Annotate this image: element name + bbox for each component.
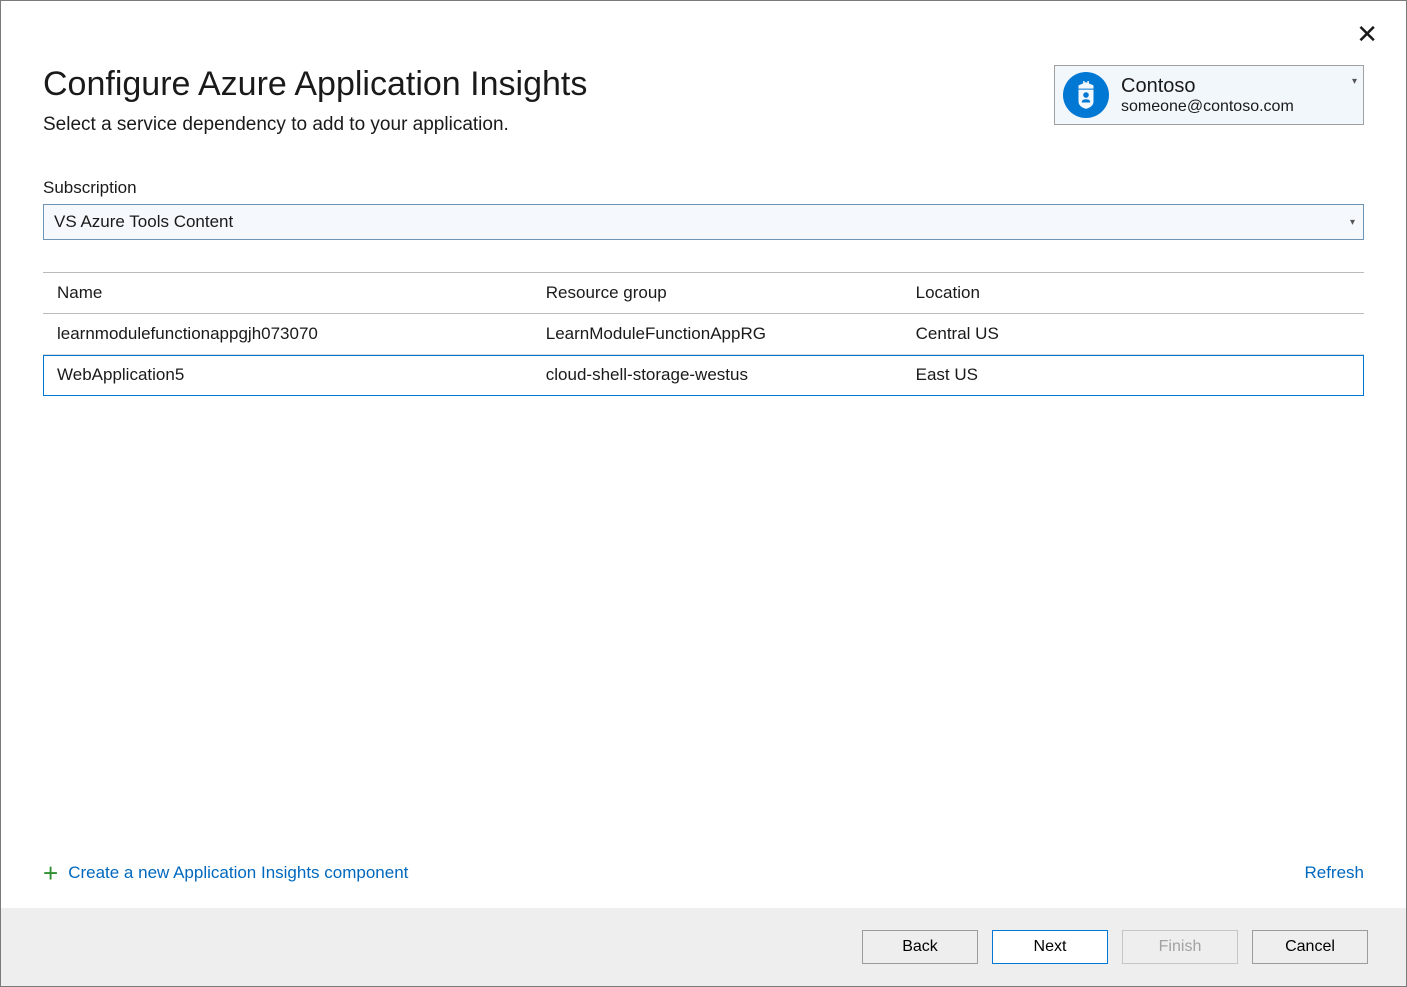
cell-resource-group: LearnModuleFunctionAppRG — [532, 314, 902, 355]
chevron-down-icon: ▾ — [1350, 217, 1355, 228]
account-org: Contoso — [1121, 75, 1294, 98]
cell-name: WebApplication5 — [43, 355, 532, 396]
col-header-location[interactable]: Location — [902, 273, 1364, 314]
next-button[interactable]: Next — [992, 930, 1108, 964]
dialog-content: Configure Azure Application Insights Sel… — [1, 1, 1406, 908]
account-text: Contoso someone@contoso.com — [1121, 75, 1294, 116]
table-row[interactable]: learnmodulefunctionappgjh073070 LearnMod… — [43, 314, 1364, 355]
dialog-window: ✕ Configure Azure Application Insights S… — [0, 0, 1407, 987]
plus-icon: + — [43, 860, 58, 886]
page-title: Configure Azure Application Insights — [43, 65, 587, 104]
account-email: someone@contoso.com — [1121, 98, 1294, 116]
table-row[interactable]: WebApplication5 cloud-shell-storage-west… — [43, 355, 1364, 396]
instances-table-wrap: Name Resource group Location learnmodule… — [43, 272, 1364, 860]
subscription-select[interactable]: VS Azure Tools Content ▾ — [43, 204, 1364, 240]
account-picker[interactable]: Contoso someone@contoso.com ▾ — [1054, 65, 1364, 125]
page-subtitle: Select a service dependency to add to yo… — [43, 114, 587, 136]
finish-button: Finish — [1122, 930, 1238, 964]
account-avatar-icon — [1063, 72, 1109, 118]
cell-resource-group: cloud-shell-storage-westus — [532, 355, 902, 396]
dialog-footer: Back Next Finish Cancel — [1, 908, 1406, 986]
close-icon[interactable]: ✕ — [1356, 21, 1378, 47]
create-new-link[interactable]: + Create a new Application Insights comp… — [43, 860, 408, 886]
cancel-button[interactable]: Cancel — [1252, 930, 1368, 964]
cell-location: Central US — [902, 314, 1364, 355]
header-text: Configure Azure Application Insights Sel… — [43, 65, 587, 136]
instances-table: Name Resource group Location learnmodule… — [43, 272, 1364, 396]
col-header-resource-group[interactable]: Resource group — [532, 273, 902, 314]
cell-name: learnmodulefunctionappgjh073070 — [43, 314, 532, 355]
create-new-label: Create a new Application Insights compon… — [68, 863, 408, 883]
bottom-links: + Create a new Application Insights comp… — [43, 860, 1364, 908]
subscription-selected-value: VS Azure Tools Content — [54, 212, 233, 232]
back-button[interactable]: Back — [862, 930, 978, 964]
subscription-label: Subscription — [43, 178, 1364, 198]
refresh-link[interactable]: Refresh — [1304, 863, 1364, 883]
table-header-row: Name Resource group Location — [43, 273, 1364, 314]
col-header-name[interactable]: Name — [43, 273, 532, 314]
cell-location: East US — [902, 355, 1364, 396]
chevron-down-icon: ▾ — [1352, 76, 1357, 87]
header-row: Configure Azure Application Insights Sel… — [43, 65, 1364, 136]
